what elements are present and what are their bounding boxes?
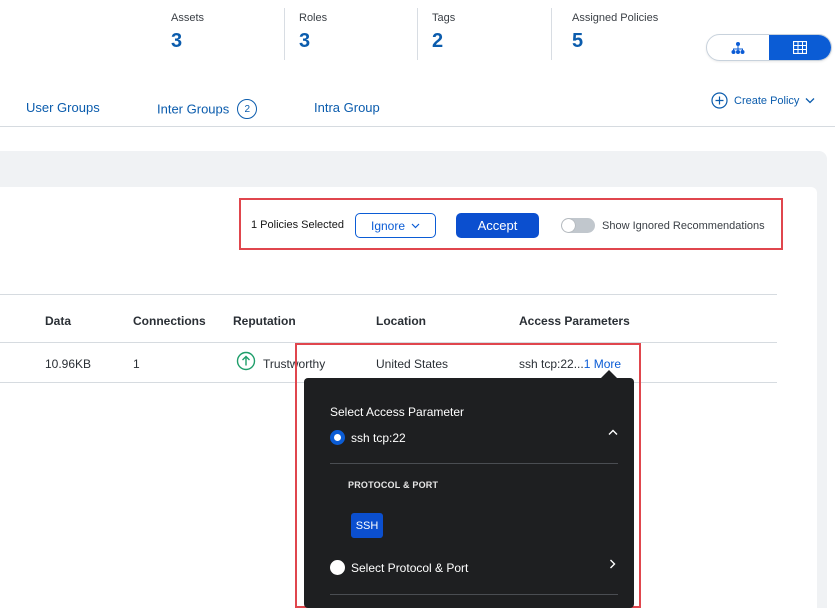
select-protocol-radio[interactable] bbox=[330, 560, 345, 575]
tab-user-groups[interactable]: User Groups bbox=[26, 100, 100, 115]
divider bbox=[330, 463, 618, 464]
toggle-knob bbox=[562, 219, 575, 232]
stat-label: Roles bbox=[299, 12, 328, 24]
ignore-label: Ignore bbox=[370, 218, 406, 233]
selection-count: 1 Policies Selected bbox=[251, 219, 344, 231]
ignore-button[interactable]: Ignore bbox=[355, 213, 436, 238]
stat-label: Assets bbox=[171, 12, 205, 24]
table-view-button[interactable] bbox=[769, 35, 831, 60]
show-ignored-toggle[interactable] bbox=[561, 218, 595, 233]
chevron-down-icon bbox=[805, 98, 815, 104]
chevron-right-icon[interactable] bbox=[609, 559, 616, 569]
tab-intra-group[interactable]: Intra Group bbox=[314, 100, 380, 115]
stat-roles: Roles 3 bbox=[284, 8, 327, 60]
table-icon bbox=[793, 41, 807, 54]
cell-data: 10.96KB bbox=[45, 357, 92, 371]
tab-label: Inter Groups bbox=[157, 101, 230, 117]
stat-assets: Assets 3 bbox=[171, 8, 204, 60]
tab-count-badge: 2 bbox=[237, 99, 258, 119]
tab-bar: User Groups Inter Groups 2 Intra Group bbox=[0, 96, 835, 127]
access-parameter-dropdown: Select Access Parameter ssh tcp:22 PROTO… bbox=[304, 378, 634, 608]
stat-tags: Tags 2 bbox=[417, 8, 455, 60]
ssh-radio[interactable] bbox=[330, 430, 345, 445]
view-toggle bbox=[706, 34, 832, 61]
create-policy-label: Create Policy bbox=[734, 94, 800, 107]
option-select-protocol-port[interactable]: Select Protocol & Port bbox=[351, 561, 468, 575]
stat-label: Assigned Policies bbox=[572, 12, 659, 24]
column-header-reputation[interactable]: Reputation bbox=[233, 314, 296, 328]
accept-button[interactable]: Accept bbox=[456, 213, 539, 238]
trustworthy-icon bbox=[236, 351, 256, 371]
topology-icon bbox=[731, 41, 745, 54]
chevron-down-icon bbox=[411, 223, 420, 228]
option-ssh-tcp-22[interactable]: ssh tcp:22 bbox=[351, 431, 406, 445]
plus-circle-icon bbox=[711, 92, 728, 109]
divider bbox=[330, 594, 618, 595]
topology-view-button[interactable] bbox=[707, 35, 769, 60]
stat-label: Tags bbox=[432, 12, 456, 24]
column-header-connections[interactable]: Connections bbox=[133, 314, 206, 328]
protocol-port-heading: PROTOCOL & PORT bbox=[348, 480, 439, 490]
column-header-access-parameters[interactable]: Access Parameters bbox=[519, 314, 630, 328]
column-header-data[interactable]: Data bbox=[45, 314, 71, 328]
ssh-chip[interactable]: SSH bbox=[351, 513, 383, 538]
column-header-location[interactable]: Location bbox=[376, 314, 426, 328]
dropdown-title: Select Access Parameter bbox=[330, 405, 465, 419]
tab-inter-groups[interactable]: Inter Groups 2 bbox=[157, 99, 258, 120]
show-ignored-label: Show Ignored Recommendations bbox=[602, 220, 765, 232]
cell-connections: 1 bbox=[133, 357, 140, 371]
stat-value[interactable]: 3 bbox=[171, 30, 204, 53]
stat-value[interactable]: 5 bbox=[572, 30, 658, 53]
stat-value[interactable]: 3 bbox=[299, 30, 327, 53]
stat-value[interactable]: 2 bbox=[432, 30, 455, 53]
stat-assigned-policies: Assigned Policies 5 bbox=[551, 8, 658, 60]
create-policy-button[interactable]: Create Policy bbox=[711, 92, 815, 109]
table-header: Data Connections Reputation Location Acc… bbox=[0, 294, 777, 343]
chevron-up-icon[interactable] bbox=[608, 429, 618, 436]
